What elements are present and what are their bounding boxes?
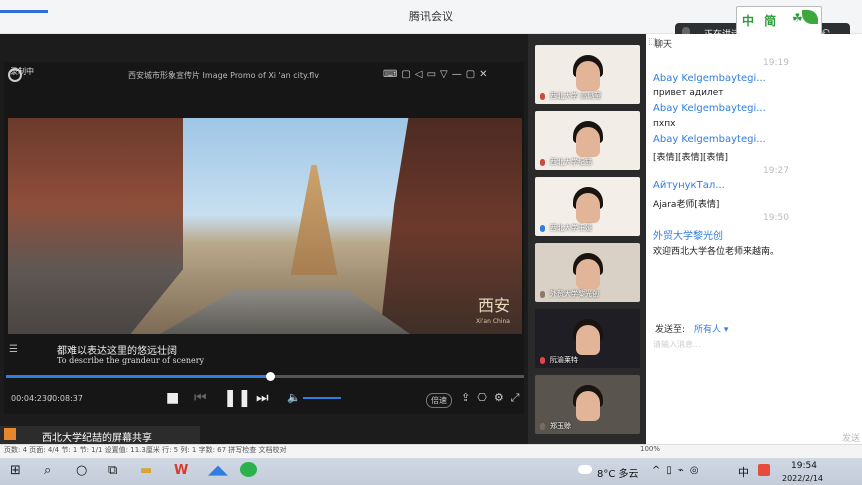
mic-icon — [540, 159, 545, 166]
participant-face — [576, 193, 600, 223]
chat-sender[interactable]: Abay Kelgembaytegi... — [653, 103, 766, 114]
participant-tile[interactable]: 郑玉赊 — [535, 375, 640, 434]
tencent-meeting-icon[interactable]: ◢◣ — [208, 463, 228, 478]
mic-icon — [540, 93, 545, 100]
subtitle-english: To describe the grandeur of scenery — [57, 356, 205, 365]
seek-bar-fill — [6, 375, 271, 378]
tray-icons[interactable]: ^▯⌁◎ — [652, 465, 705, 476]
participant-tile[interactable]: 阮渝莱特 — [535, 309, 640, 368]
chat-timestamp: 19:50 — [763, 213, 789, 223]
wps-icon[interactable]: W — [174, 463, 188, 478]
participant-name: 郑玉赊 — [550, 422, 571, 430]
logo-text: 中 简 — [742, 14, 780, 28]
volume-slider[interactable] — [303, 397, 341, 399]
player-file-title: 西安城市形象宣传片 Image Promo of Xi 'an city.flv — [128, 71, 319, 80]
send-to-label: 发送至: — [655, 325, 686, 335]
clock-date[interactable]: 2022/2/14 — [782, 474, 823, 483]
file-explorer-icon[interactable]: ▬ — [140, 463, 152, 478]
player-window-controls[interactable]: ⌨▢◁▭▽—▢✕ — [383, 69, 492, 80]
player-extra-controls[interactable]: ⇪⎔⚙⤢ — [461, 391, 526, 405]
document-status-text: 页数: 4 页面: 4/4 节: 1 节: 1/1 设置值: 11.3厘米 行:… — [4, 446, 287, 454]
mic-icon — [540, 423, 545, 430]
chat-message: пхпх — [653, 119, 676, 129]
cortana-icon[interactable]: ○ — [76, 463, 87, 478]
mic-icon — [540, 357, 545, 364]
input-language[interactable]: 中 — [738, 464, 749, 480]
chat-input[interactable]: 请输入消息... — [653, 339, 701, 350]
wechat-icon[interactable] — [240, 462, 257, 477]
participant-face — [576, 391, 600, 421]
playlist-icon[interactable]: ☰ — [9, 344, 18, 355]
participant-face — [576, 61, 600, 91]
chat-timestamp: 19:27 — [763, 166, 789, 176]
participant-face — [576, 325, 600, 355]
search-icon[interactable]: ⌕ — [44, 463, 51, 478]
chat-message: Ajara老师[表情] — [653, 200, 720, 210]
participant-face — [576, 127, 600, 157]
windows-start-icon[interactable]: ⊞ — [10, 463, 21, 478]
record-label: 录制中 — [10, 67, 34, 76]
zoom-level: 100% — [640, 445, 661, 453]
clock-time[interactable]: 19:54 — [791, 461, 817, 471]
participant-name: 外贸大学黎光创 — [550, 290, 599, 298]
taskbar — [0, 458, 862, 485]
speed-button[interactable]: 倍速 — [426, 393, 452, 408]
send-button[interactable]: 发送 — [842, 431, 860, 444]
participant-name: 西北大学纪喆 — [550, 158, 592, 166]
participant-tile[interactable]: 西北大学纪喆 — [535, 111, 640, 170]
chat-message: [表情][表情][表情] — [653, 153, 729, 163]
participant-tile[interactable]: 西北大学王媛 — [535, 177, 640, 236]
participant-name: 阮渝莱特 — [550, 356, 578, 364]
ime-icon[interactable] — [758, 464, 770, 476]
participant-name: 西北大学 高璐莹 — [550, 92, 602, 100]
prev-icon[interactable]: ⏮ — [194, 390, 207, 406]
chat-message: 欢迎西北大学各位老师来越南。 — [653, 247, 780, 257]
participant-tile[interactable]: 西北大学 高璐莹 — [535, 45, 640, 104]
sharer-avatar — [4, 428, 16, 440]
pause-icon[interactable]: ❚❚ — [223, 388, 252, 408]
chat-sender[interactable]: 外贸大学黎光创 — [653, 227, 723, 242]
video-brand-sub: Xi'an China — [476, 318, 510, 325]
chat-timestamp: 19:19 — [763, 58, 789, 68]
task-view-icon[interactable]: ⧉ — [108, 463, 117, 478]
time-total: 00:08:37 — [47, 394, 83, 403]
time-current: 00:04:23 / — [11, 394, 53, 403]
subtitle-chinese: 都难以表达这里的悠远壮阔 — [57, 346, 177, 357]
chat-message: привет адилет — [653, 88, 724, 98]
mic-icon — [540, 291, 545, 298]
chat-sender[interactable]: АйтунукТал... — [653, 180, 725, 191]
send-target-dropdown[interactable]: 所有人 ▾ — [694, 322, 728, 335]
video-brand-mark: 西安 — [478, 296, 511, 315]
cloud-icon — [578, 465, 592, 474]
screen-share-label: 西北大学纪喆的屏幕共享 — [42, 433, 152, 444]
stop-icon[interactable]: ■ — [166, 390, 179, 406]
participant-face — [576, 259, 600, 289]
participant-tile[interactable]: 外贸大学黎光创 — [535, 243, 640, 302]
mic-icon — [540, 225, 545, 232]
chat-sender[interactable]: Abay Kelgembaytegi... — [653, 73, 766, 84]
weather-temp[interactable]: 8°C 多云 — [597, 465, 639, 480]
volume-icon[interactable]: 🔈 — [287, 391, 301, 404]
participant-name: 西北大学王媛 — [550, 224, 592, 232]
next-icon[interactable]: ⏭ — [256, 390, 269, 406]
chat-sender[interactable]: Abay Kelgembaytegi... — [653, 134, 766, 145]
tab-chat[interactable]: 聊天 — [654, 37, 672, 50]
